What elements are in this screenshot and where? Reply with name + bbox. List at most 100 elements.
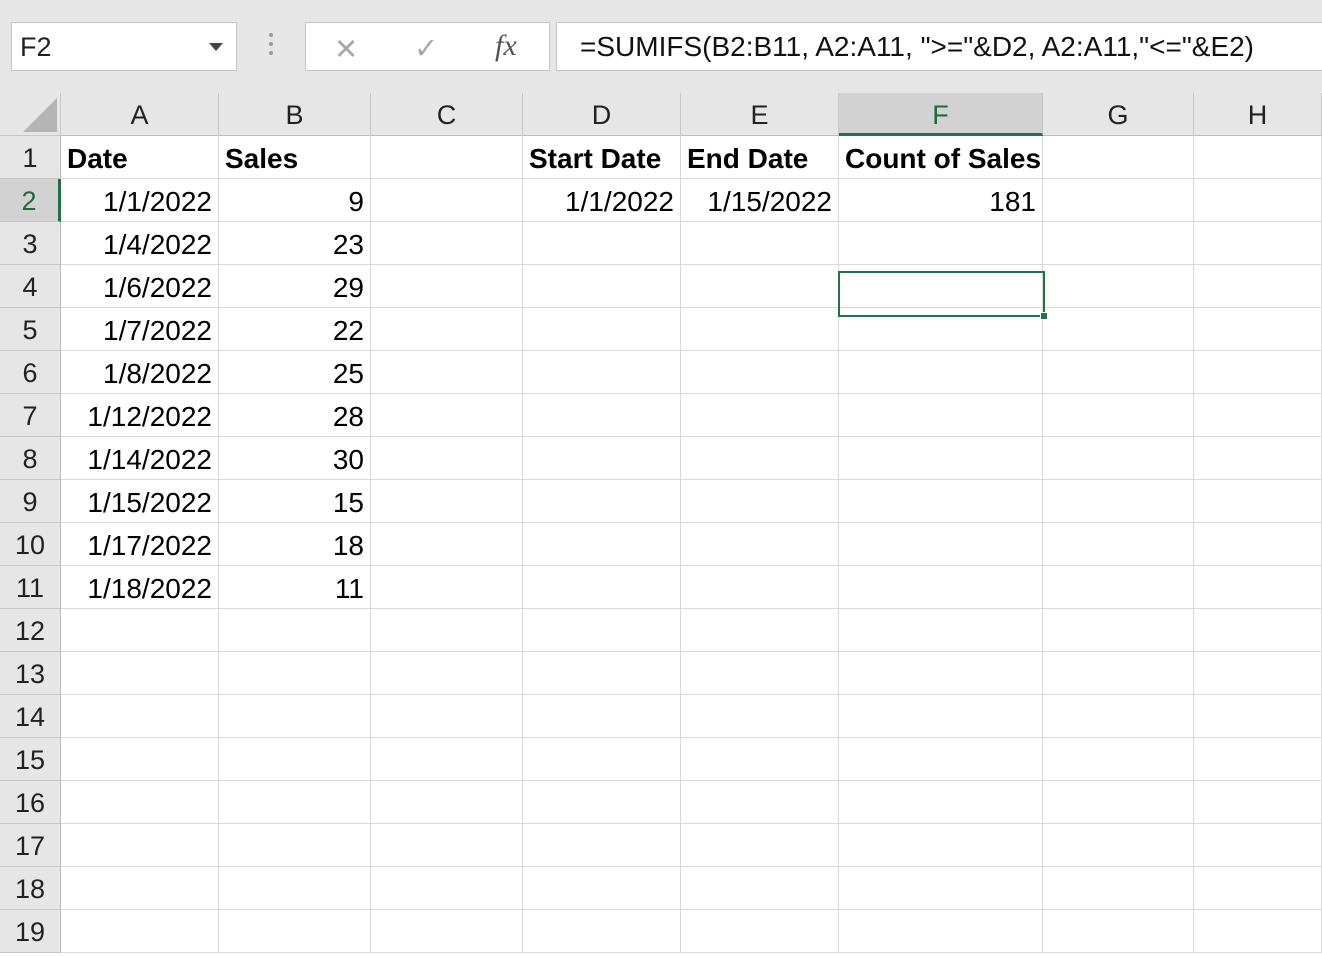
cell-h4[interactable] bbox=[1194, 265, 1322, 308]
cell-g4[interactable] bbox=[1043, 265, 1194, 308]
cell-d6[interactable] bbox=[523, 351, 681, 394]
sales-cell[interactable]: 22 bbox=[219, 308, 371, 351]
cell-h6[interactable] bbox=[1194, 351, 1322, 394]
cell-f6[interactable] bbox=[839, 351, 1043, 394]
cell-h13[interactable] bbox=[1194, 652, 1322, 695]
row-header-9[interactable]: 9 bbox=[0, 480, 61, 523]
cell-d19[interactable] bbox=[523, 910, 681, 953]
cell-g18[interactable] bbox=[1043, 867, 1194, 910]
cell-c6[interactable] bbox=[371, 351, 523, 394]
header-date[interactable]: Date bbox=[61, 136, 219, 179]
cell-g7[interactable] bbox=[1043, 394, 1194, 437]
cell-f12[interactable] bbox=[839, 609, 1043, 652]
cell-c4[interactable] bbox=[371, 265, 523, 308]
row-header-3[interactable]: 3 bbox=[0, 222, 61, 265]
cell-e19[interactable] bbox=[681, 910, 839, 953]
row-header-8[interactable]: 8 bbox=[0, 437, 61, 480]
cell-a18[interactable] bbox=[61, 867, 219, 910]
cell-f7[interactable] bbox=[839, 394, 1043, 437]
cell-f17[interactable] bbox=[839, 824, 1043, 867]
cell-e13[interactable] bbox=[681, 652, 839, 695]
cell-g19[interactable] bbox=[1043, 910, 1194, 953]
row-header-18[interactable]: 18 bbox=[0, 867, 61, 910]
cancel-icon[interactable]: ✕ bbox=[334, 32, 358, 67]
cell-f16[interactable] bbox=[839, 781, 1043, 824]
cell-c19[interactable] bbox=[371, 910, 523, 953]
cell-a13[interactable] bbox=[61, 652, 219, 695]
row-header-12[interactable]: 12 bbox=[0, 609, 61, 652]
cell-d17[interactable] bbox=[523, 824, 681, 867]
cell-g17[interactable] bbox=[1043, 824, 1194, 867]
cell-c10[interactable] bbox=[371, 523, 523, 566]
cell-f19[interactable] bbox=[839, 910, 1043, 953]
cell-f9[interactable] bbox=[839, 480, 1043, 523]
cell-f10[interactable] bbox=[839, 523, 1043, 566]
enter-icon[interactable]: ✓ bbox=[414, 31, 438, 66]
cell-c13[interactable] bbox=[371, 652, 523, 695]
column-header-c[interactable]: C bbox=[371, 93, 523, 136]
cell-e3[interactable] bbox=[681, 222, 839, 265]
select-all-button[interactable] bbox=[0, 93, 61, 136]
cell-h18[interactable] bbox=[1194, 867, 1322, 910]
cell-d7[interactable] bbox=[523, 394, 681, 437]
row-header-13[interactable]: 13 bbox=[0, 652, 61, 695]
row-header-4[interactable]: 4 bbox=[0, 265, 61, 308]
column-header-g[interactable]: G bbox=[1043, 93, 1194, 136]
cell-f18[interactable] bbox=[839, 867, 1043, 910]
row-header-17[interactable]: 17 bbox=[0, 824, 61, 867]
column-header-a[interactable]: A bbox=[61, 93, 219, 136]
row-header-14[interactable]: 14 bbox=[0, 695, 61, 738]
cell-e10[interactable] bbox=[681, 523, 839, 566]
cell-h9[interactable] bbox=[1194, 480, 1322, 523]
cell-d8[interactable] bbox=[523, 437, 681, 480]
cell-e12[interactable] bbox=[681, 609, 839, 652]
row-header-2[interactable]: 2 bbox=[0, 179, 61, 222]
chevron-down-icon[interactable] bbox=[209, 43, 223, 51]
row-header-10[interactable]: 10 bbox=[0, 523, 61, 566]
cell-g2[interactable] bbox=[1043, 179, 1194, 222]
cell-b12[interactable] bbox=[219, 609, 371, 652]
cell-h2[interactable] bbox=[1194, 179, 1322, 222]
cell-f3[interactable] bbox=[839, 222, 1043, 265]
row-header-15[interactable]: 15 bbox=[0, 738, 61, 781]
date-cell[interactable]: 1/17/2022 bbox=[61, 523, 219, 566]
cell-a15[interactable] bbox=[61, 738, 219, 781]
row-header-16[interactable]: 16 bbox=[0, 781, 61, 824]
cell-g13[interactable] bbox=[1043, 652, 1194, 695]
cell-e7[interactable] bbox=[681, 394, 839, 437]
cell-c14[interactable] bbox=[371, 695, 523, 738]
column-header-d[interactable]: D bbox=[523, 93, 681, 136]
cell-c7[interactable] bbox=[371, 394, 523, 437]
cell-e8[interactable] bbox=[681, 437, 839, 480]
cell-e9[interactable] bbox=[681, 480, 839, 523]
sales-cell[interactable]: 29 bbox=[219, 265, 371, 308]
date-cell[interactable]: 1/14/2022 bbox=[61, 437, 219, 480]
sales-cell[interactable]: 30 bbox=[219, 437, 371, 480]
date-cell[interactable]: 1/12/2022 bbox=[61, 394, 219, 437]
cell-h10[interactable] bbox=[1194, 523, 1322, 566]
cell-h15[interactable] bbox=[1194, 738, 1322, 781]
cell-a19[interactable] bbox=[61, 910, 219, 953]
cell-g12[interactable] bbox=[1043, 609, 1194, 652]
cell-b13[interactable] bbox=[219, 652, 371, 695]
drag-handle-icon[interactable] bbox=[266, 33, 276, 59]
cell-c2[interactable] bbox=[371, 179, 523, 222]
cell-e4[interactable] bbox=[681, 265, 839, 308]
cell-b18[interactable] bbox=[219, 867, 371, 910]
cell-d18[interactable] bbox=[523, 867, 681, 910]
cell-h8[interactable] bbox=[1194, 437, 1322, 480]
cell-h7[interactable] bbox=[1194, 394, 1322, 437]
formula-input[interactable]: =SUMIFS(B2:B11, A2:A11, ">="&D2, A2:A11,… bbox=[556, 22, 1322, 71]
cell-d12[interactable] bbox=[523, 609, 681, 652]
header-start-date[interactable]: Start Date bbox=[523, 136, 681, 179]
cell-f8[interactable] bbox=[839, 437, 1043, 480]
cell-d14[interactable] bbox=[523, 695, 681, 738]
cell-a17[interactable] bbox=[61, 824, 219, 867]
cell-d15[interactable] bbox=[523, 738, 681, 781]
cell-e16[interactable] bbox=[681, 781, 839, 824]
cell-a12[interactable] bbox=[61, 609, 219, 652]
cell-e11[interactable] bbox=[681, 566, 839, 609]
date-cell[interactable]: 1/1/2022 bbox=[61, 179, 219, 222]
cell-b17[interactable] bbox=[219, 824, 371, 867]
column-header-e[interactable]: E bbox=[681, 93, 839, 136]
